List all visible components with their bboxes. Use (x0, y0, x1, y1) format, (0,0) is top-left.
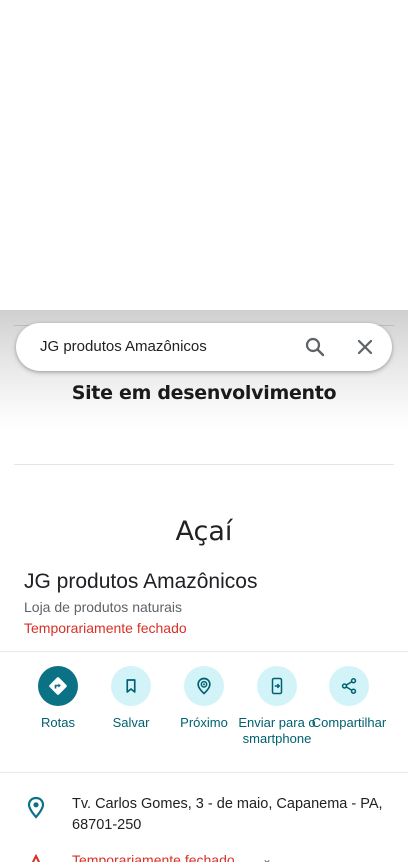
chevron-down-icon[interactable]: ⌄ (262, 852, 272, 862)
photo-brand: Açaí (175, 516, 233, 547)
share-icon[interactable] (329, 666, 369, 706)
hours-status: Temporariamente fechado (72, 852, 235, 862)
save-label: Salvar (112, 715, 150, 730)
nearby-button[interactable]: Próximo (164, 666, 244, 731)
bookmark-icon[interactable] (111, 666, 151, 706)
send-to-phone-icon[interactable] (257, 666, 297, 706)
send-to-phone-button[interactable]: Enviar para o smartphone (237, 666, 317, 747)
search-query[interactable]: JG produtos Amazônicos (40, 338, 207, 355)
search-bar[interactable]: JG produtos Amazônicos (16, 323, 392, 371)
place-name: JG produtos Amazônicos (24, 570, 258, 593)
directions-button[interactable]: Rotas (18, 666, 98, 731)
send-to-phone-label: Enviar para o smartphone (238, 715, 316, 746)
share-button[interactable]: Compartilhar (309, 666, 389, 731)
place-status: Temporariamente fechado (24, 620, 187, 636)
divider (0, 772, 408, 773)
photo-caption: Site em desenvolvimento (71, 382, 337, 404)
share-label: Compartilhar (311, 715, 387, 730)
nearby-label: Próximo (180, 715, 228, 730)
directions-label: Rotas (41, 715, 75, 730)
clock-icon (26, 853, 46, 862)
search-icon[interactable] (303, 335, 327, 359)
address-text: Tv. Carlos Gomes, 3 - de maio, Capanema … (72, 796, 383, 833)
divider (0, 651, 408, 652)
place-info: JG produtos Amazônicos Loja de produtos … (24, 568, 394, 638)
action-bar: Rotas Salvar Próximo Enviar para o smart… (0, 666, 408, 766)
nearby-icon[interactable] (184, 666, 224, 706)
place-category[interactable]: Loja de produtos naturais (24, 598, 394, 616)
hours-row[interactable]: Temporariamente fechado ⌄ (0, 852, 408, 862)
location-pin-icon (26, 796, 46, 820)
directions-icon[interactable] (38, 666, 78, 706)
close-icon[interactable] (353, 335, 377, 359)
save-button[interactable]: Salvar (91, 666, 171, 731)
photo-divider (14, 464, 394, 465)
map-area[interactable] (0, 0, 408, 310)
